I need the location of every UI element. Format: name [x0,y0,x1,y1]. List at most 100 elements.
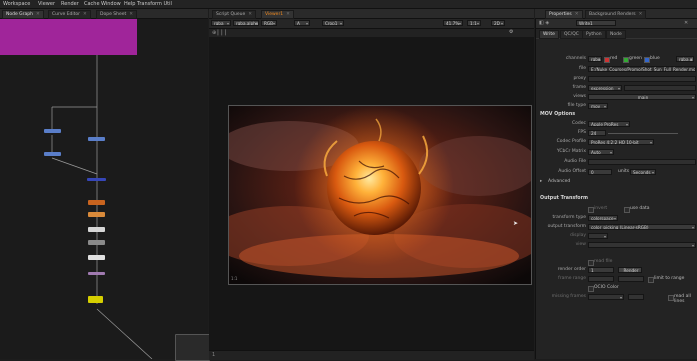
alpha-dropdown[interactable]: rgba.alpha [676,56,694,62]
dot-node[interactable] [88,272,105,275]
transform-node[interactable] [88,137,105,141]
color-node[interactable] [88,240,105,245]
file-path-field[interactable]: E:/Nuke_Courses/Promo/Shot_Sun_Full_Rend… [588,66,696,72]
menu-workspace[interactable]: Workspace [3,1,30,7]
fps-field[interactable]: 24 [588,130,606,136]
viewer-image[interactable] [228,105,532,285]
menu-transform-util[interactable]: Transform Util [137,1,172,7]
expand-arrow-icon[interactable]: ▸ [540,179,542,184]
frame-row: frame expression [536,85,697,92]
ratio-dropdown[interactable]: 1:1 [467,20,481,26]
colorspace-dropdown[interactable]: RGB [261,20,277,26]
node-graph-minimap[interactable] [175,334,210,361]
filetype-dropdown[interactable]: mov [588,103,608,109]
zoom-dropdown[interactable]: 41.7% [443,20,463,26]
views-row: views main [536,94,697,101]
advanced-label[interactable]: Advanced [548,179,570,184]
grade-node[interactable] [88,212,105,217]
transform-type-dropdown[interactable]: colorspace [588,215,618,221]
frame-dropdown[interactable]: expression [588,85,622,91]
advanced-row[interactable]: ▸ Advanced [536,179,697,186]
units-dropdown[interactable]: Seconds [630,169,656,175]
audio-file-field[interactable] [588,159,696,165]
menu-window[interactable]: Window [101,1,121,7]
output-transform-dropdown[interactable]: color_picking (Linear-sRGB) [588,224,696,230]
fps-label: FPS [577,130,586,135]
merge-node[interactable] [87,178,106,181]
grade-node[interactable] [88,200,105,205]
tab-dope-sheet[interactable]: Dope Sheet ✕ [96,10,138,19]
proxy-field[interactable] [588,76,696,82]
close-icon[interactable]: ✕ [639,12,643,17]
frame-expression-field[interactable] [624,85,696,91]
filetype-row: file type mov [536,103,697,110]
tab-curve-editor[interactable]: Curve Editor ✕ [48,10,91,19]
audio-offset-label: Audio Offset [558,169,586,174]
missing-frames-value[interactable] [628,294,644,300]
render-order-label: render order [557,267,586,272]
missing-frames-dropdown[interactable] [588,294,624,300]
tab-python[interactable]: Python [582,30,606,39]
fps-slider[interactable] [608,133,678,134]
tab-script-queue[interactable]: Script Queue ✕ [212,10,257,19]
menu-render[interactable]: Render [61,1,79,7]
mov-options-heading: MOV Options [540,112,576,117]
file-row: file E:/Nuke_Courses/Promo/Shot_Sun_Full… [536,66,697,73]
close-icon[interactable]: ✕ [129,12,133,17]
channels-dropdown[interactable]: rgba [588,56,602,62]
tab-label: Background Renders [589,12,636,17]
node-color-icon[interactable]: ◧ ◈ [539,20,549,26]
display-dropdown[interactable] [588,233,608,239]
views-dropdown[interactable]: main [588,94,696,100]
codec-profile-dropdown[interactable]: ProRes 4:2:2 HQ 10-bit [588,139,654,145]
tab-viewer1[interactable]: Viewer1 ✕ [261,10,294,19]
tab-node-graph[interactable]: Node Graph ✕ [2,10,44,19]
node-name-field[interactable]: Write1 [576,20,616,26]
menu-viewer[interactable]: Viewer [38,1,55,7]
view-dropdown[interactable] [588,242,696,248]
color-node[interactable] [88,227,105,232]
tab-write[interactable]: Write [539,30,559,39]
invert-label: invert [594,206,608,211]
channels-dropdown[interactable]: rgba [211,20,231,26]
viewer-settings-icon[interactable]: ⚙ [509,29,513,35]
node-graph[interactable] [0,19,210,361]
codec-profile-row: Codec Profile ProRes 4:2:2 HQ 10-bit [536,139,697,146]
input-dropdown[interactable]: Crop1 [322,20,344,26]
render-order-row: render order 1 Render [536,267,697,274]
node-connections [51,55,153,359]
ocio-label: OCIO Color [594,285,619,290]
display-label: display [570,233,586,238]
frame-range-end[interactable] [618,276,644,282]
frame-range-start[interactable] [588,276,614,282]
close-icon[interactable]: ✕ [575,12,579,17]
tab-properties[interactable]: Properties ✕ [545,10,583,19]
color-node[interactable] [88,255,105,260]
close-icon[interactable]: ✕ [36,12,40,17]
transform-node[interactable] [44,152,61,156]
close-icon[interactable]: ✕ [248,12,252,17]
audio-offset-field[interactable]: 0 [588,169,612,175]
tab-qc[interactable]: QC/QC [560,30,583,39]
output-transform-row: output transform color_picking (Linear-s… [536,224,697,231]
codec-profile-label: Codec Profile [556,139,586,144]
missing-frames-row: missing frames read all lines [536,294,697,304]
render-button[interactable]: Render [618,267,642,273]
tab-node[interactable]: Node [606,30,626,39]
menu-cache[interactable]: Cache [84,1,100,7]
render-order-field[interactable]: 1 [588,267,614,273]
write-node[interactable] [88,296,103,303]
blur-node[interactable] [44,129,61,133]
close-icon[interactable]: ✕ [286,12,290,17]
ycbcr-dropdown[interactable]: Auto [588,149,614,155]
sun-render-image [229,106,531,284]
view-mode-dropdown[interactable]: 2D [491,20,505,26]
layer-dropdown[interactable]: rgba.alpha [233,20,259,26]
codec-dropdown[interactable]: Apple ProRes [588,121,630,127]
gain-dropdown[interactable]: A [294,20,310,26]
close-icon[interactable]: ✕ [83,12,87,17]
gain-slider-icon[interactable]: ⊕ ▏▏▏ [212,30,229,36]
menu-help[interactable]: Help [124,1,135,7]
close-icon[interactable]: ✕ [684,20,688,26]
tab-background-renders[interactable]: Background Renders ✕ [585,10,647,19]
